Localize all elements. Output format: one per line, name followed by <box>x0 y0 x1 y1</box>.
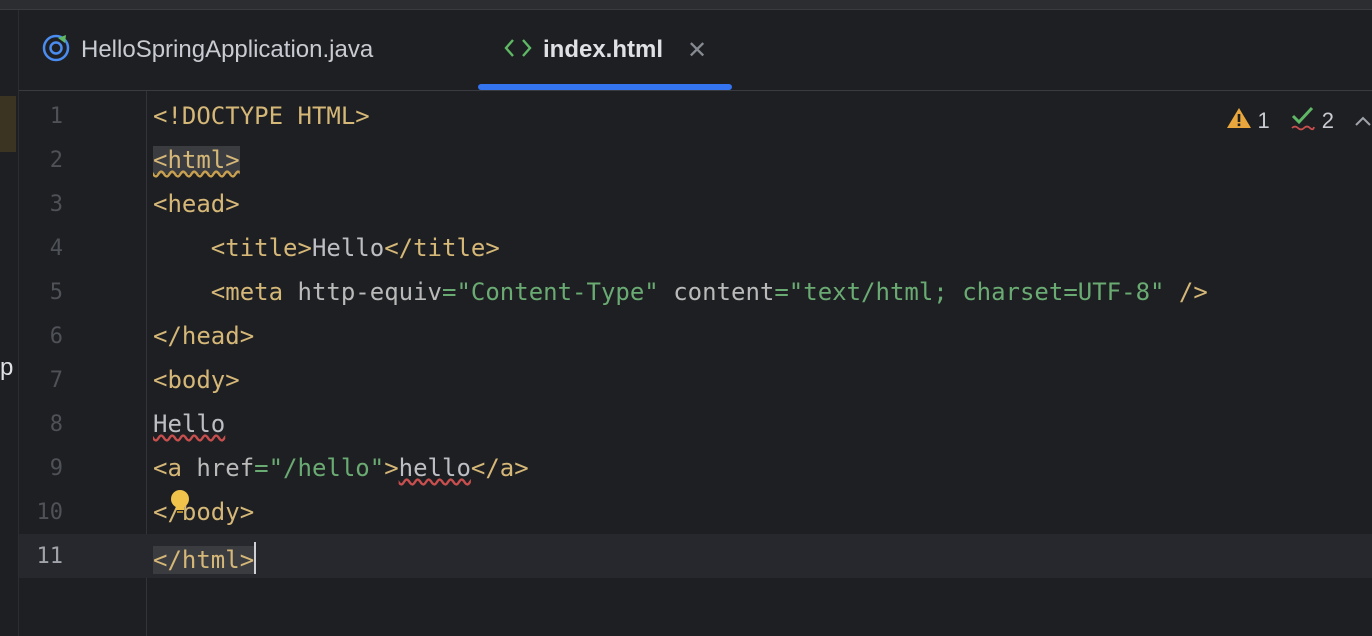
typo-count: 2 <box>1321 108 1334 133</box>
code-line[interactable]: 10 </body> <box>19 490 1372 534</box>
project-tree-selection <box>0 96 16 152</box>
code-token: "/hello" <box>268 454 385 482</box>
editor-tab-bar: HelloSpringApplication.java index.html ✕ <box>19 10 1372 91</box>
code-line[interactable]: 8 Hello <box>19 402 1372 446</box>
text-caret <box>254 542 257 574</box>
code-token: <!DOCTYPE <box>153 102 298 130</box>
html-code-icon <box>503 36 533 65</box>
code-token: <body> <box>153 366 240 394</box>
line-number: 3 <box>49 192 63 217</box>
code-token: href <box>196 454 255 482</box>
code-token: <title> <box>153 234 312 262</box>
code-line-current[interactable]: 11 </html> <box>19 534 1372 578</box>
tab-label: index.html <box>543 36 664 63</box>
code-line[interactable]: 2 <html> <box>19 138 1372 182</box>
code-token: > <box>355 102 370 130</box>
code-token: </title> <box>384 234 500 262</box>
code-token: Hello <box>153 410 226 438</box>
spring-boot-icon <box>41 33 71 68</box>
line-number: 6 <box>49 324 63 349</box>
code-token: </a> <box>470 454 529 482</box>
code-token: http-equiv <box>297 278 443 306</box>
code-token: Hello <box>311 234 385 262</box>
active-tab-indicator <box>478 84 732 90</box>
warning-count: 1 <box>1257 108 1270 133</box>
code-token: = <box>442 278 457 306</box>
code-token: HTML <box>297 102 356 130</box>
code-token: </html> <box>153 546 255 574</box>
code-token: <html> <box>153 146 240 174</box>
side-panel-letter: p <box>0 354 14 381</box>
line-number: 1 <box>49 104 63 129</box>
code-token: = <box>254 454 269 482</box>
code-editor[interactable]: 1 <!DOCTYPE HTML> 2 <html> 3 <head> 4 <t… <box>19 91 1372 636</box>
code-token: hello <box>398 454 471 482</box>
line-number: 5 <box>49 280 63 305</box>
line-number: 7 <box>49 368 63 393</box>
code-line[interactable]: 3 <head> <box>19 182 1372 226</box>
code-token: > <box>384 454 399 482</box>
line-number: 11 <box>36 544 64 569</box>
code-line[interactable]: 7 <body> <box>19 358 1372 402</box>
line-number: 4 <box>49 236 63 261</box>
inspection-widget[interactable]: 1 2 <box>1226 105 1372 137</box>
typo-check-icon <box>1290 105 1316 137</box>
close-icon[interactable]: ✕ <box>687 36 707 65</box>
tab-label: HelloSpringApplication.java <box>81 36 374 63</box>
code-token: <a <box>153 454 197 482</box>
code-token: </head> <box>153 322 255 350</box>
line-number: 2 <box>49 148 63 173</box>
warning-icon <box>1226 106 1252 136</box>
code-token: "text/html; charset=UTF-8" <box>788 278 1165 306</box>
code-token: <meta <box>153 278 298 306</box>
line-number: 9 <box>49 456 63 481</box>
code-line[interactable]: 9 <a href="/hello">hello</a> <box>19 446 1372 490</box>
code-token: "Content-Type" <box>456 278 659 306</box>
code-line[interactable]: 4 <title>Hello</title> <box>19 226 1372 270</box>
chevron-up-icon[interactable] <box>1354 108 1372 134</box>
code-token: content <box>658 278 775 306</box>
side-panel: p <box>0 10 19 636</box>
code-token: /> <box>1164 278 1208 306</box>
line-number: 10 <box>36 500 64 525</box>
code-token: = <box>774 278 789 306</box>
tab-hello-spring-application[interactable]: HelloSpringApplication.java <box>41 10 373 90</box>
lightbulb-icon[interactable] <box>169 489 191 517</box>
code-line[interactable]: 6 </head> <box>19 314 1372 358</box>
code-line[interactable]: 5 <meta http-equiv="Content-Type" conten… <box>19 270 1372 314</box>
title-bar <box>0 0 1372 10</box>
line-number: 8 <box>49 412 63 437</box>
tab-index-html[interactable]: index.html ✕ <box>503 10 707 90</box>
code-token: <head> <box>153 190 240 218</box>
code-line[interactable]: 1 <!DOCTYPE HTML> <box>19 94 1372 138</box>
